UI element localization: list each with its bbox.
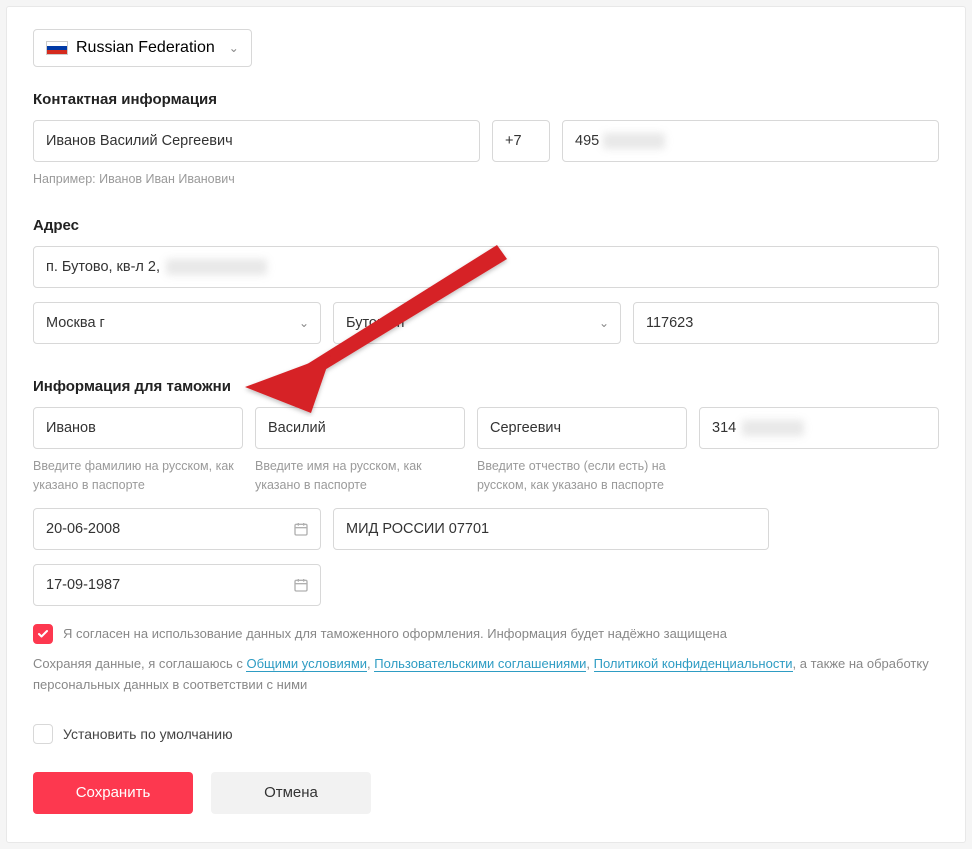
consent-checkbox[interactable] xyxy=(33,624,53,644)
full-name-input[interactable] xyxy=(33,120,480,162)
postcode-input[interactable] xyxy=(633,302,939,344)
default-checkbox[interactable] xyxy=(33,724,53,744)
address-section-title: Адрес xyxy=(33,217,939,234)
customs-section-title: Информация для таможни xyxy=(33,378,939,395)
cancel-button[interactable]: Отмена xyxy=(211,772,371,814)
legal-link-privacy[interactable]: Политикой конфиденциальности xyxy=(594,656,793,672)
customs-issuer-input[interactable] xyxy=(333,508,769,550)
legal-link-terms[interactable]: Общими условиями xyxy=(246,656,367,672)
country-selector[interactable]: Russian Federation ⌄ xyxy=(33,29,252,67)
contact-section-title: Контактная информация xyxy=(33,91,939,108)
customs-patronymic-input[interactable] xyxy=(477,407,687,449)
patronymic-hint: Введите отчество (если есть) на русском,… xyxy=(477,457,687,495)
flag-rus-icon xyxy=(46,41,68,55)
street-input[interactable]: п. Бутово, кв-л 2, ████ ███ ██ xyxy=(33,246,939,288)
chevron-down-icon: ⌄ xyxy=(229,41,239,55)
legal-link-user-agreement[interactable]: Пользовательскими соглашениями xyxy=(374,656,586,672)
customs-lastname-input[interactable] xyxy=(33,407,243,449)
city-select[interactable] xyxy=(33,302,321,344)
legal-text: Сохраняя данные, я соглашаюсь с Общими у… xyxy=(33,654,939,696)
customs-firstname-input[interactable] xyxy=(255,407,465,449)
customs-inn-input[interactable]: 314 ██████ xyxy=(699,407,939,449)
full-name-hint: Например: Иванов Иван Иванович xyxy=(33,170,939,189)
form-card: Russian Federation ⌄ Контактная информац… xyxy=(6,6,966,843)
consent-label: Я согласен на использование данных для т… xyxy=(63,624,727,644)
lastname-hint: Введите фамилию на русском, как указано … xyxy=(33,457,243,495)
customs-date1-input[interactable] xyxy=(33,508,321,550)
customs-date2-input[interactable] xyxy=(33,564,321,606)
default-checkbox-label: Установить по умолчанию xyxy=(63,726,233,742)
phone-number-input[interactable]: 495 ██████ xyxy=(562,120,939,162)
phone-prefix-input[interactable] xyxy=(492,120,550,162)
save-button[interactable]: Сохранить xyxy=(33,772,193,814)
country-label: Russian Federation xyxy=(76,39,215,57)
district-select[interactable] xyxy=(333,302,621,344)
firstname-hint: Введите имя на русском, как указано в па… xyxy=(255,457,465,495)
